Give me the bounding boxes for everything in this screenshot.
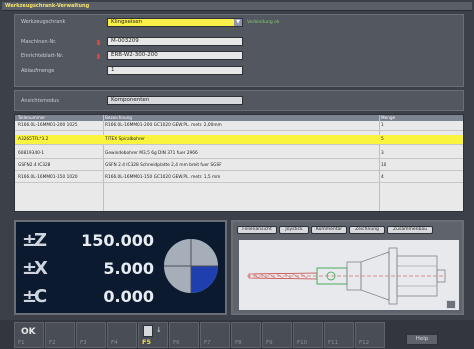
cell-description: Gewindebohrer M3,5 6g DIN 371 fuer 2966 — [105, 151, 198, 156]
table-row-selected[interactable]: A3265TFL*3.2 TITEX Spiralbohrer 5 — [15, 135, 463, 145]
fkey-label: F4 — [111, 340, 118, 346]
tab-folienansicht[interactable]: Folienansicht — [237, 226, 277, 234]
help-button[interactable]: Help — [406, 334, 438, 345]
machine-no-label: Maschinen-Nr. — [21, 39, 57, 45]
f1-button[interactable]: OK F1 — [14, 322, 44, 348]
document-icon — [143, 325, 153, 337]
cell-quantity: 4 — [381, 175, 384, 180]
table-row[interactable]: 60819340-1 Gewindebohrer M3,5 6g DIN 371… — [15, 149, 463, 159]
cell-quantity: 1 — [381, 123, 384, 128]
ok-icon: OK — [21, 327, 36, 337]
cell-part-no: 60819340-1 — [18, 151, 45, 156]
rotary-axis-indicator-icon — [164, 239, 218, 293]
sequence-field[interactable]: 1 — [107, 66, 243, 75]
view-mode-field[interactable]: Komponenten — [107, 96, 243, 105]
tool-preview-panel: Folienansicht Joystick Kommentar Zeichnu… — [231, 220, 464, 315]
axis-c-label: C — [34, 286, 48, 307]
connection-status: Verbindung ok — [247, 20, 280, 25]
setup-sheet-field[interactable]: ERB-W2-300-200 — [107, 51, 243, 60]
fkey-label: F6 — [173, 340, 180, 346]
app-window: Werkzeugschrank-Verwaltung Werkzeugschra… — [0, 0, 474, 349]
f4-button[interactable]: F4 — [107, 322, 137, 348]
fkey-label: F2 — [49, 340, 56, 346]
tab-kommentar[interactable]: Kommentar — [311, 226, 347, 234]
window-title: Werkzeugschrank-Verwaltung — [5, 3, 90, 9]
cell-part-no: R166.0L-16MM01-200 1025 — [18, 123, 78, 128]
fkey-label: F9 — [266, 340, 273, 346]
cell-description: TITEX Spiralbohrer — [105, 137, 145, 142]
sequence-label: Ablaufmenge — [21, 68, 55, 74]
tab-zeichnung[interactable]: Zeichnung — [349, 226, 385, 234]
f7-button[interactable]: F7 — [200, 322, 230, 348]
cell-part-no: A3265TFL*3.2 — [18, 137, 49, 142]
cell-quantity: 5 — [381, 137, 384, 142]
tab-zusammenbau[interactable]: Zusammenbau — [387, 226, 433, 234]
cell-description: R166.0L-16MM01-150 GC1020 GEW.PL. metr. … — [105, 175, 221, 180]
table-row[interactable]: R166.0L-16MM01-200 1025 R166.0L-16MM01-2… — [15, 121, 463, 131]
fkey-label: F1 — [18, 340, 25, 346]
cabinet-select-value: Klingseisen — [111, 19, 143, 25]
fkey-label: F3 — [80, 340, 87, 346]
form-panel: Werkzeugschrank Klingseisen ▼ Verbindung… — [14, 14, 464, 87]
components-table: Teilenummer Bezeichnung Menge R166.0L-16… — [14, 114, 464, 212]
tool-assembly-drawing — [239, 240, 459, 310]
f12-button[interactable]: F12 — [355, 322, 385, 348]
f3-button[interactable]: F3 — [76, 322, 106, 348]
fkey-label: F5 — [142, 338, 151, 346]
cell-quantity: 3 — [381, 151, 384, 156]
fkey-label: F8 — [235, 340, 242, 346]
setup-sheet-value: ERB-W2-300-200 — [111, 52, 158, 58]
cell-quantity: 10 — [381, 163, 387, 168]
axis-x-value: 5.000 — [103, 259, 154, 278]
axis-z-value: 150.000 — [81, 231, 154, 250]
f6-button[interactable]: F6 — [169, 322, 199, 348]
view-mode-value: Komponenten — [111, 97, 150, 103]
save-image-icon[interactable] — [446, 300, 456, 309]
arrow-down-icon: ↓ — [156, 326, 162, 334]
required-marker-icon — [97, 40, 100, 45]
cabinet-label: Werkzeugschrank — [21, 19, 66, 25]
table-row[interactable]: GSFN2.4 IC328 GSFN 2.4 IC328 Schneidplat… — [15, 161, 463, 171]
required-marker-icon — [97, 54, 100, 59]
tab-joystick[interactable]: Joystick — [279, 226, 309, 234]
f2-button[interactable]: F2 — [45, 322, 75, 348]
view-mode-panel: Ansichtsmodus Komponenten — [14, 90, 464, 111]
cell-part-no: R166.0L-16MM01-150 1020 — [18, 175, 78, 180]
chevron-down-icon[interactable]: ▼ — [234, 19, 242, 26]
sequence-value: 1 — [111, 67, 115, 73]
fkey-label: F12 — [359, 340, 370, 346]
cell-part-no: GSFN2.4 IC328 — [18, 163, 51, 168]
fkey-label: F10 — [297, 340, 308, 346]
table-row[interactable]: R166.0L-16MM01-150 1020 R166.0L-16MM01-1… — [15, 173, 463, 183]
axis-z-label: Z — [34, 230, 48, 251]
f10-button[interactable]: F10 — [293, 322, 323, 348]
cabinet-select[interactable]: Klingseisen ▼ — [107, 18, 243, 27]
f5-button[interactable]: ↓ F5 — [138, 322, 168, 348]
axis-position-display: ± Z 150.000 ± X 5.000 ± C 0.000 — [14, 220, 227, 315]
fkey-label: F7 — [204, 340, 211, 346]
cell-description: R166.0L-16MM01-200 GC1020 GEW.PL. metr. … — [105, 123, 222, 128]
machine-no-field[interactable]: M-003209 — [107, 37, 243, 46]
view-mode-label: Ansichtsmodus — [21, 98, 59, 104]
machine-no-value: M-003209 — [111, 38, 139, 44]
f11-button[interactable]: F11 — [324, 322, 354, 348]
f9-button[interactable]: F9 — [262, 322, 292, 348]
cell-description: GSFN 2.4 IC328 Schneidplatte 2,4 mm brei… — [105, 163, 222, 168]
title-bar: Werkzeugschrank-Verwaltung — [2, 2, 472, 11]
axis-x-label: X — [34, 258, 48, 279]
axis-c-value: 0.000 — [103, 287, 154, 306]
f8-button[interactable]: F8 — [231, 322, 261, 348]
fkey-label: F11 — [328, 340, 339, 346]
setup-sheet-label: Einrichteblatt-Nr. — [21, 53, 64, 59]
